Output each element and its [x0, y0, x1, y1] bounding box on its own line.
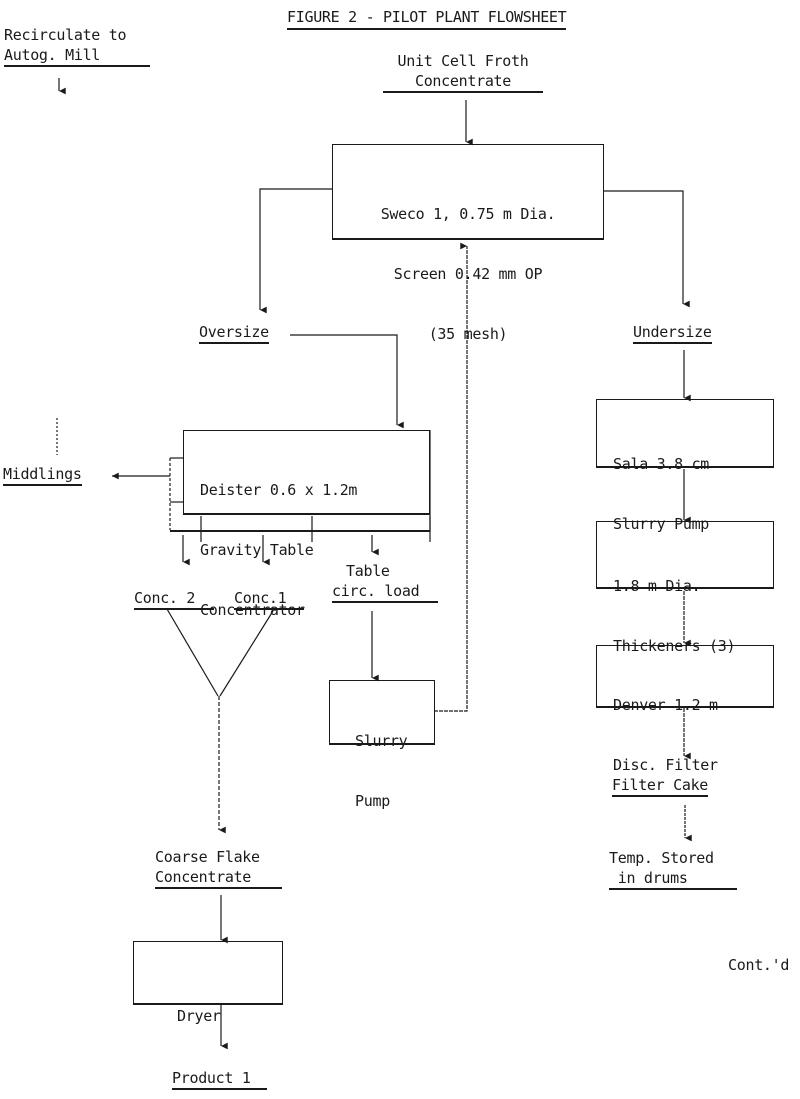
sala-line1: Sala 3.8 cm [613, 455, 710, 473]
unit-dryer-text: Dryer [177, 966, 221, 1046]
conc2-label: Conc. 2 [134, 588, 214, 610]
recirculate-line2: Autog. Mill [4, 46, 101, 64]
temp-stored-line2: in drums [609, 869, 688, 887]
deister-line2: Gravity Table [200, 541, 314, 559]
feed-line2: Concentrate [414, 72, 512, 90]
table-circ-load-label: Table circ. load [332, 561, 438, 603]
slurry-pump-line2: Pump [355, 792, 390, 810]
continued-note: Cont.'d [728, 956, 790, 974]
arrow-sweco-to-oversize [259, 188, 332, 314]
undersize-label: Undersize [633, 322, 712, 344]
arrow-sweco-to-undersize [603, 190, 690, 308]
sweco-line3: (35 mesh) [428, 325, 508, 343]
table-circ-line1: Table [346, 562, 390, 580]
unit-slurry-pump-text: Slurry Pump [355, 691, 408, 831]
product1-label: Product 1 [172, 1068, 267, 1090]
temp-stored-label: Temp. Stored in drums [609, 848, 737, 890]
unit-deister-table-text: Deister 0.6 x 1.2m Gravity Table Concent… [200, 440, 357, 640]
recirculate-label: Recirculate to Autog. Mill [4, 25, 150, 67]
table-circ-line2: circ. load [332, 582, 420, 600]
dryer-line1: Dryer [177, 1007, 221, 1025]
sweco-line1: Sweco 1, 0.75 m Dia. [380, 205, 556, 223]
temp-stored-line1: Temp. Stored [609, 849, 714, 867]
unit-disc-filter-text: Denver 1.2 m Disc. Filter [613, 655, 718, 795]
feed-label: Unit Cell Froth Concentrate [383, 51, 543, 93]
oversize-label: Oversize [199, 322, 269, 344]
coarse-flake-label: Coarse Flake Concentrate [155, 847, 282, 889]
middlings-label: Middlings [3, 464, 82, 486]
conc1-label: Conc.1 [234, 588, 304, 610]
figure-title: FIGURE 2 - PILOT PLANT FLOWSHEET [287, 7, 567, 30]
filter-line1: Denver 1.2 m [613, 696, 718, 714]
filter-line2: Disc. Filter [613, 756, 718, 774]
slurry-pump-line1: Slurry [355, 732, 408, 750]
feed-line1: Unit Cell Froth [397, 52, 529, 70]
coarse-flake-line1: Coarse Flake [155, 848, 260, 866]
deister-line1: Deister 0.6 x 1.2m [200, 481, 358, 499]
filter-cake-label: Filter Cake [612, 775, 708, 797]
sweco-line2: Screen 0.42 mm OP [393, 265, 543, 283]
unit-sweco-screen-text: Sweco 1, 0.75 m Dia. Screen 0.42 mm OP (… [332, 164, 604, 364]
thickeners-line1: 1.8 m Dia. [613, 577, 701, 595]
recirculate-line1: Recirculate to [4, 26, 127, 44]
coarse-flake-line2: Concentrate [155, 868, 252, 886]
